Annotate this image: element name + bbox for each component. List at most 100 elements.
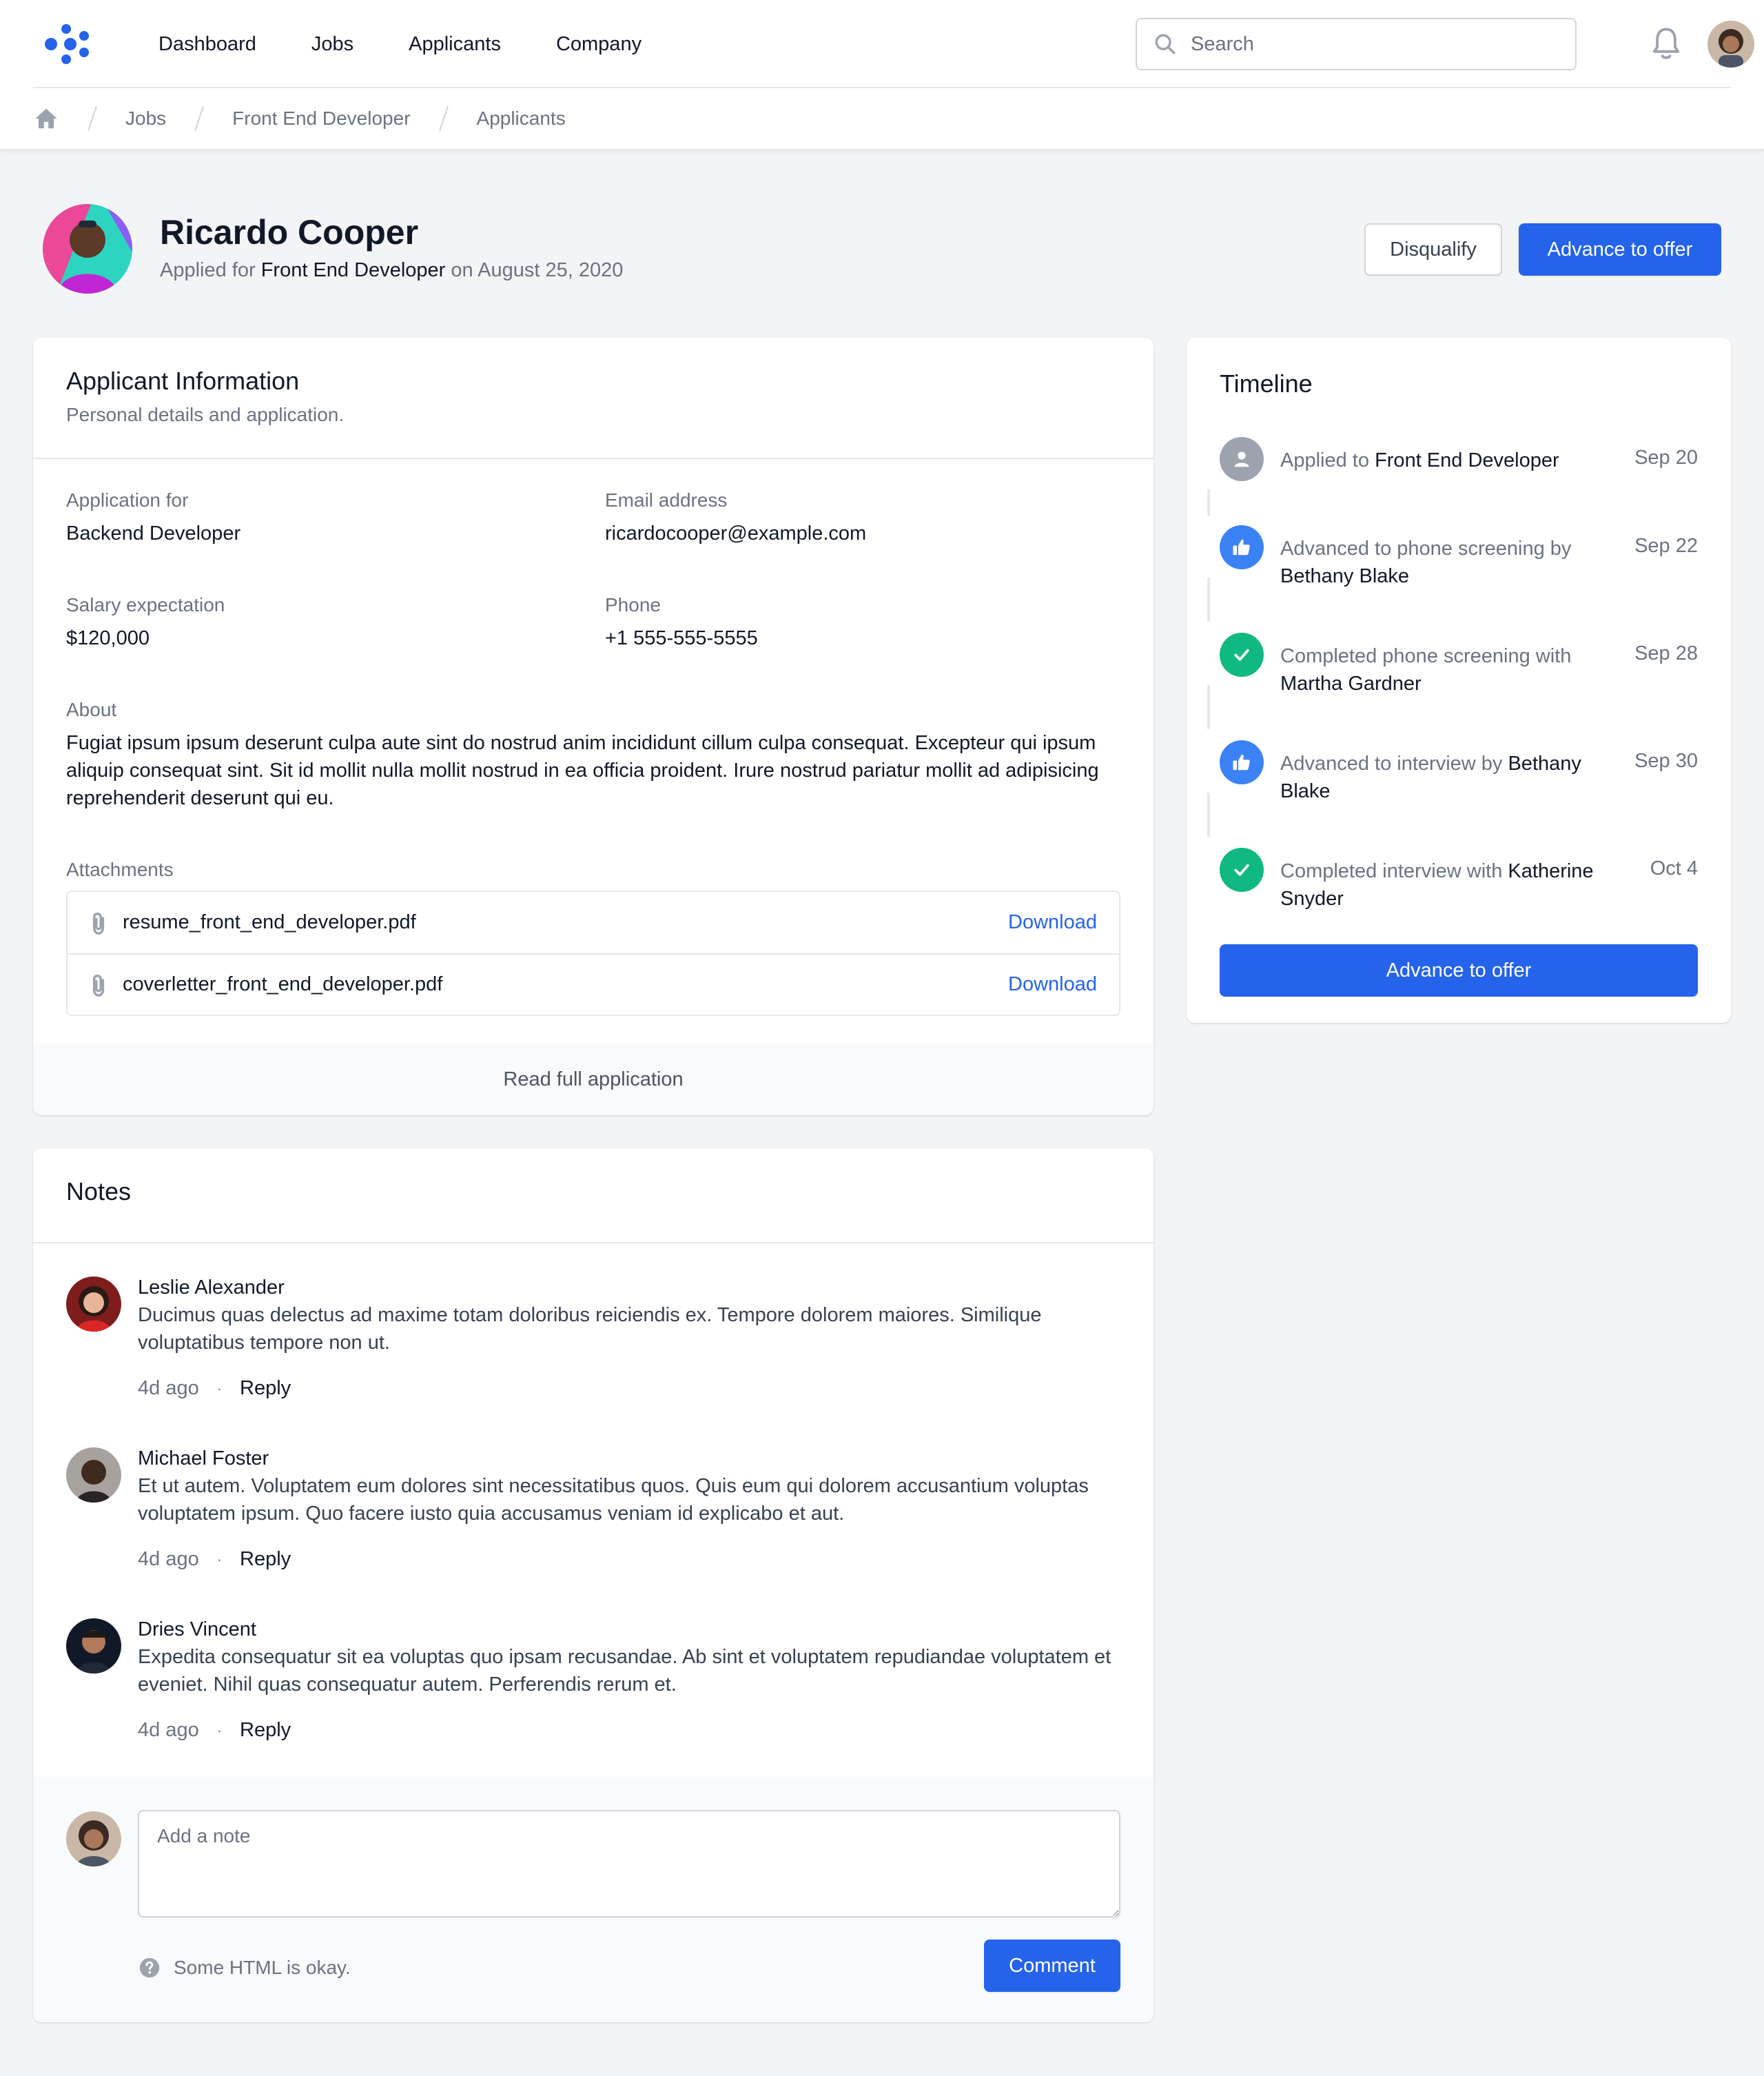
advance-to-offer-button[interactable]: Advance to offer — [1519, 223, 1721, 276]
note-item: Michael Foster Et ut autem. Voluptatem e… — [66, 1447, 1127, 1578]
note-meta: 4d ago · Reply — [138, 1719, 291, 1742]
breadcrumb-applicants[interactable]: Applicants — [477, 108, 566, 130]
application-summary: Applied for Front End Developer on Augus… — [160, 259, 623, 282]
applicant-name: Ricardo Cooper — [160, 213, 419, 252]
nav-link-company[interactable]: Company — [540, 23, 658, 65]
thumb-up-icon — [1220, 740, 1264, 784]
attachments-list: resume_front_end_developer.pdf Download … — [66, 891, 1120, 1016]
breadcrumb-jobs[interactable]: Jobs — [125, 108, 166, 130]
timeline-event: Completed phone screening with Martha Ga… — [1220, 633, 1698, 695]
salary-value: $120,000 — [66, 627, 150, 649]
applicant-information-card: Applicant Information Personal details a… — [33, 338, 1153, 1115]
note-author-avatar — [66, 1618, 121, 1673]
paperclip-icon — [92, 975, 105, 997]
note-timestamp: 4d ago — [138, 1377, 199, 1399]
company-logo-icon[interactable] — [44, 21, 91, 68]
applied-date: August 25, 2020 — [478, 259, 624, 281]
search-box — [1136, 18, 1577, 70]
note-text: Expedita consequatur sit ea voluptas quo… — [138, 1646, 1111, 1696]
search-input[interactable] — [1191, 32, 1535, 56]
user-avatar[interactable] — [1707, 21, 1754, 68]
separator-dot: · — [216, 1550, 223, 1568]
divider — [33, 1242, 1153, 1243]
user-icon — [1220, 437, 1264, 481]
timeline-event-subject: Bethany Blake — [1280, 565, 1410, 587]
applicant-information-title: Applicant Information — [66, 367, 300, 395]
breadcrumb-front-end-developer[interactable]: Front End Developer — [232, 108, 410, 130]
attachment-item: coverletter_front_end_developer.pdf Down… — [68, 954, 1119, 1016]
attachments-label: Attachments — [66, 859, 174, 880]
timeline-event: Advanced to phone screening by Bethany B… — [1220, 525, 1698, 587]
applied-prefix: Applied for — [160, 259, 256, 281]
breadcrumb-separator-icon — [194, 105, 205, 132]
email-value: ricardocooper@example.com — [605, 522, 867, 545]
comment-button[interactable]: Comment — [984, 1940, 1120, 1992]
timeline-card: Timeline Applied to Front End Developer … — [1187, 338, 1731, 1023]
search-icon — [1155, 34, 1176, 54]
phone-label: Phone — [605, 594, 661, 615]
disqualify-button[interactable]: Disqualify — [1364, 223, 1502, 276]
download-link[interactable]: Download — [1008, 911, 1097, 934]
timeline-event-text: Advanced to interview by Bethany Blake — [1280, 750, 1611, 805]
note-author-name: Leslie Alexander — [138, 1276, 285, 1299]
timeline-event-date: Sep 28 — [1634, 642, 1698, 664]
note-timestamp: 4d ago — [138, 1548, 199, 1570]
primary-nav: Dashboard Jobs Applicants Company — [142, 0, 680, 88]
reply-button[interactable]: Reply — [240, 1719, 291, 1742]
download-link[interactable]: Download — [1008, 973, 1097, 996]
notifications-bell-icon[interactable] — [1648, 25, 1684, 63]
timeline-event-action: Advanced to interview by — [1280, 753, 1503, 775]
attachment-filename: resume_front_end_developer.pdf — [123, 911, 416, 933]
separator-dot: · — [216, 1379, 223, 1397]
nav-row: Dashboard Jobs Applicants Company — [33, 0, 1754, 88]
about-label: About — [66, 699, 117, 720]
timeline-event: Applied to Front End Developer Sep 20 — [1220, 437, 1698, 481]
check-icon — [1220, 633, 1264, 677]
timeline-event-subject: Martha Gardner — [1280, 673, 1422, 695]
note-meta: 4d ago · Reply — [138, 1548, 291, 1571]
timeline-event: Completed interview with Katherine Snyde… — [1220, 848, 1698, 910]
timeline-event-text: Completed phone screening with Martha Ga… — [1280, 642, 1611, 698]
note-author-name: Michael Foster — [138, 1447, 269, 1469]
timeline-connector — [1207, 489, 1210, 516]
timeline-event-date: Sep 20 — [1634, 447, 1698, 469]
reply-button[interactable]: Reply — [240, 1548, 291, 1571]
timeline-event-text: Advanced to phone screening by Bethany B… — [1280, 535, 1611, 590]
timeline-connector — [1207, 685, 1210, 729]
note-meta: 4d ago · Reply — [138, 1377, 291, 1400]
breadcrumb-separator-icon — [88, 105, 97, 132]
read-full-application-link[interactable]: Read full application — [33, 1044, 1153, 1115]
timeline-connector — [1207, 793, 1210, 837]
applicant-header: Ricardo Cooper Applied for Front End Dev… — [43, 204, 1721, 295]
reply-button[interactable]: Reply — [240, 1377, 291, 1400]
question-circle-icon — [139, 1957, 160, 1978]
help-text: Some HTML is okay. — [174, 1957, 351, 1978]
help-hint: Some HTML is okay. — [138, 1956, 351, 1980]
check-icon — [1220, 848, 1264, 892]
note-author-avatar — [66, 1447, 121, 1503]
note-author-name: Dries Vincent — [138, 1618, 256, 1640]
applied-on: on — [451, 259, 473, 281]
nav-link-jobs[interactable]: Jobs — [295, 23, 370, 65]
applicant-information-subtitle: Personal details and application. — [66, 404, 345, 425]
applied-job[interactable]: Front End Developer — [261, 259, 446, 281]
breadcrumb: Jobs Front End Developer Applicants — [33, 88, 566, 149]
add-note-textarea[interactable] — [138, 1810, 1120, 1917]
application-for-value: Backend Developer — [66, 522, 241, 545]
top-navigation: Dashboard Jobs Applicants Company Jobs F… — [0, 0, 1764, 150]
application-for-label: Application for — [66, 489, 189, 511]
timeline-event-date: Sep 30 — [1634, 750, 1698, 772]
note-author-avatar — [66, 1276, 121, 1332]
nav-link-dashboard[interactable]: Dashboard — [142, 23, 273, 65]
separator-dot: · — [216, 1721, 223, 1739]
nav-link-applicants[interactable]: Applicants — [392, 23, 517, 65]
timeline-event-action: Completed phone screening with — [1280, 645, 1572, 667]
thumb-up-icon — [1220, 525, 1264, 569]
divider — [33, 458, 1153, 459]
about-text: Fugiat ipsum ipsum deserunt culpa aute s… — [66, 732, 1099, 809]
paperclip-icon — [92, 913, 105, 935]
home-icon[interactable] — [33, 105, 59, 132]
timeline-advance-to-offer-button[interactable]: Advance to offer — [1220, 944, 1698, 997]
note-timestamp: 4d ago — [138, 1719, 199, 1741]
note-text: Et ut autem. Voluptatem eum dolores sint… — [138, 1475, 1089, 1525]
